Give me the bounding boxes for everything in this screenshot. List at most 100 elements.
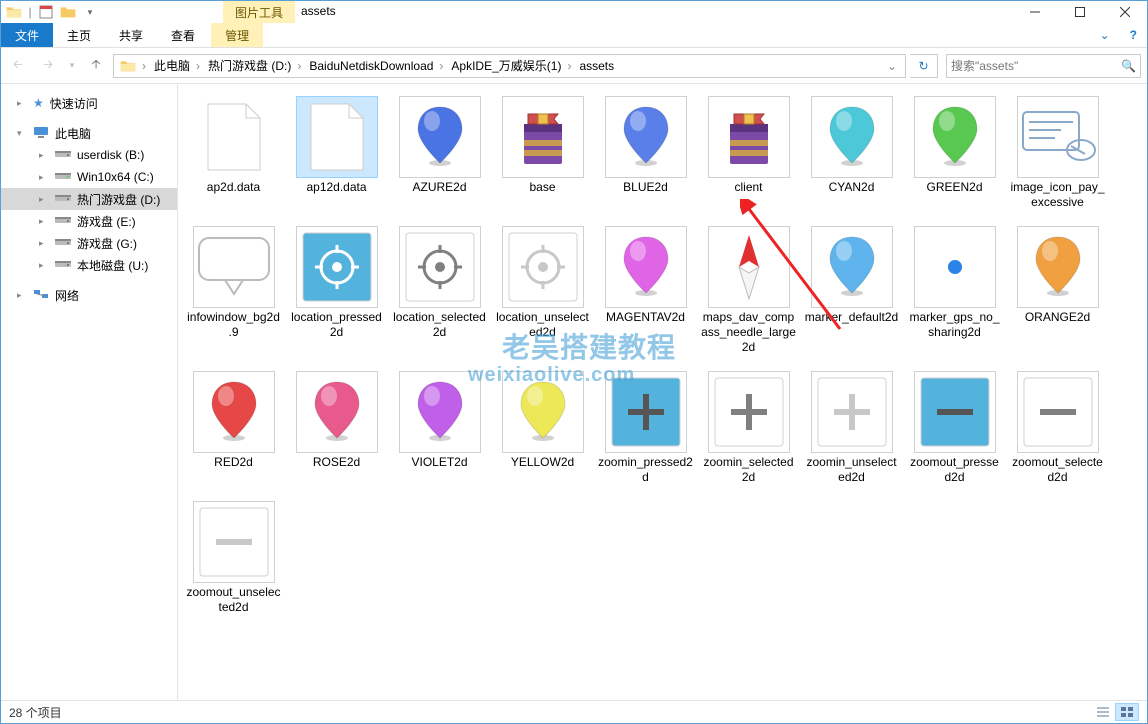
search-input[interactable]: 搜索"assets" 🔍	[946, 54, 1141, 78]
help-icon[interactable]: ?	[1120, 23, 1147, 47]
file-view[interactable]: ap2d.dataap12d.dataAZURE2dbaseBLUE2dclie…	[178, 84, 1147, 700]
ribbon-tab-view[interactable]: 查看	[157, 23, 209, 47]
chevron-right-icon[interactable]: ›	[565, 59, 573, 73]
tree-drive[interactable]: ▸ userdisk (B:)	[1, 144, 177, 166]
file-item[interactable]: VIOLET2d	[390, 367, 489, 489]
details-view-button[interactable]	[1091, 703, 1115, 721]
drive-icon	[55, 192, 71, 206]
file-label: zoomout_selected2d	[1010, 455, 1105, 485]
tree-this-pc[interactable]: ▾ 此电脑	[1, 122, 177, 144]
breadcrumb-seg[interactable]: 热门游戏盘 (D:)	[202, 55, 295, 77]
breadcrumb-seg[interactable]: BaiduNetdiskDownload	[303, 55, 437, 77]
new-folder-icon[interactable]	[58, 3, 78, 21]
file-item[interactable]: base	[493, 92, 592, 214]
file-item[interactable]: zoomout_pressed2d	[905, 367, 1004, 489]
chevron-right-icon[interactable]: ›	[295, 59, 303, 73]
chevron-right-icon[interactable]: ▸	[39, 216, 49, 227]
chevron-right-icon[interactable]: ▸	[39, 238, 49, 249]
file-item[interactable]: location_unselected2d	[493, 222, 592, 359]
file-item[interactable]: CYAN2d	[802, 92, 901, 214]
chevron-right-icon[interactable]: ▸	[39, 194, 49, 205]
chevron-right-icon[interactable]: ›	[437, 59, 445, 73]
file-label: zoomout_unselected2d	[186, 585, 281, 615]
file-item[interactable]: YELLOW2d	[493, 367, 592, 489]
file-thumbnail	[193, 501, 275, 583]
nav-recent-dropdown[interactable]: ▾	[65, 53, 79, 79]
folder-app-icon	[4, 3, 24, 21]
file-item[interactable]: ap2d.data	[184, 92, 283, 214]
breadcrumb-dropdown-icon[interactable]: ⌄	[885, 59, 903, 73]
file-label: maps_dav_compass_needle_large2d	[701, 310, 796, 355]
chevron-right-icon[interactable]: ▸	[39, 260, 49, 271]
file-item[interactable]: location_pressed2d	[287, 222, 386, 359]
file-item[interactable]: BLUE2d	[596, 92, 695, 214]
ribbon-tab-share[interactable]: 共享	[105, 23, 157, 47]
icons-view-button[interactable]	[1115, 703, 1139, 721]
tree-label: 快速访问	[50, 95, 98, 112]
file-item[interactable]: client	[699, 92, 798, 214]
chevron-down-icon[interactable]: ▾	[17, 128, 27, 139]
file-item[interactable]: ROSE2d	[287, 367, 386, 489]
refresh-button[interactable]: ↻	[910, 54, 938, 78]
tree-drive[interactable]: ▸ 热门游戏盘 (D:)	[1, 188, 177, 210]
minimize-button[interactable]	[1012, 1, 1057, 23]
file-item[interactable]: zoomout_selected2d	[1008, 367, 1107, 489]
file-item[interactable]: location_selected2d	[390, 222, 489, 359]
file-item[interactable]: marker_default2d	[802, 222, 901, 359]
tree-label: 本地磁盘 (U:)	[77, 257, 148, 274]
file-item[interactable]: ap12d.data	[287, 92, 386, 214]
breadcrumb[interactable]: › 此电脑 › 热门游戏盘 (D:) › BaiduNetdiskDownloa…	[113, 54, 906, 78]
file-thumbnail	[296, 96, 378, 178]
chevron-right-icon[interactable]: ›	[194, 59, 202, 73]
file-label: image_icon_pay_excessive	[1010, 180, 1105, 210]
tree-drive[interactable]: ▸ 游戏盘 (E:)	[1, 210, 177, 232]
nav-up-button[interactable]: 🡡	[83, 53, 109, 79]
properties-icon[interactable]	[36, 3, 56, 21]
maximize-button[interactable]	[1057, 1, 1102, 23]
file-thumbnail	[1017, 226, 1099, 308]
file-item[interactable]: image_icon_pay_excessive	[1008, 92, 1107, 214]
file-item[interactable]: infowindow_bg2d.9	[184, 222, 283, 359]
file-label: zoomin_unselected2d	[804, 455, 899, 485]
breadcrumb-seg[interactable]: ApkIDE_万威娱乐(1)	[445, 55, 565, 77]
tree-drive[interactable]: ▸ 游戏盘 (G:)	[1, 232, 177, 254]
ribbon-expand-icon[interactable]: ⌄	[1090, 23, 1120, 47]
navigation-tree[interactable]: ▸ ★ 快速访问 ▾ 此电脑 ▸ userdisk (B:)▸ Win10x64…	[1, 84, 178, 700]
ribbon-tab-home[interactable]: 主页	[53, 23, 105, 47]
file-tab[interactable]: 文件	[1, 23, 53, 47]
search-icon[interactable]: 🔍	[1121, 59, 1136, 73]
breadcrumb-seg[interactable]: 此电脑	[148, 55, 194, 77]
file-label: marker_default2d	[804, 310, 899, 325]
file-item[interactable]: marker_gps_no_sharing2d	[905, 222, 1004, 359]
file-item[interactable]: zoomin_selected2d	[699, 367, 798, 489]
file-item[interactable]: maps_dav_compass_needle_large2d	[699, 222, 798, 359]
chevron-right-icon[interactable]: ▸	[17, 98, 27, 109]
chevron-right-icon[interactable]: ▸	[39, 172, 49, 183]
ribbon-tab-manage[interactable]: 管理	[211, 23, 263, 47]
close-button[interactable]	[1102, 1, 1147, 23]
nav-forward-button[interactable]: 🡢	[35, 53, 61, 79]
nav-back-button[interactable]: 🡠	[5, 53, 31, 79]
file-item[interactable]: zoomin_unselected2d	[802, 367, 901, 489]
chevron-right-icon[interactable]: ›	[140, 59, 148, 73]
file-item[interactable]: AZURE2d	[390, 92, 489, 214]
file-item[interactable]: ORANGE2d	[1008, 222, 1107, 359]
file-label: YELLOW2d	[495, 455, 590, 470]
chevron-right-icon[interactable]: ▸	[39, 150, 49, 161]
file-item[interactable]: zoomin_pressed2d	[596, 367, 695, 489]
file-item[interactable]: MAGENTAV2d	[596, 222, 695, 359]
qat-dropdown-icon[interactable]: ▾	[80, 3, 100, 21]
tree-drive[interactable]: ▸ Win10x64 (C:)	[1, 166, 177, 188]
file-item[interactable]: zoomout_unselected2d	[184, 497, 283, 619]
chevron-right-icon[interactable]: ▸	[17, 290, 27, 301]
file-thumbnail	[914, 371, 996, 453]
file-item[interactable]: GREEN2d	[905, 92, 1004, 214]
tree-drive[interactable]: ▸ 本地磁盘 (U:)	[1, 254, 177, 276]
drive-icon	[55, 214, 71, 228]
tree-network[interactable]: ▸ 网络	[1, 284, 177, 306]
file-item[interactable]: RED2d	[184, 367, 283, 489]
breadcrumb-seg[interactable]: assets	[573, 55, 618, 77]
file-label: location_pressed2d	[289, 310, 384, 340]
file-label: marker_gps_no_sharing2d	[907, 310, 1002, 340]
tree-quick-access[interactable]: ▸ ★ 快速访问	[1, 92, 177, 114]
